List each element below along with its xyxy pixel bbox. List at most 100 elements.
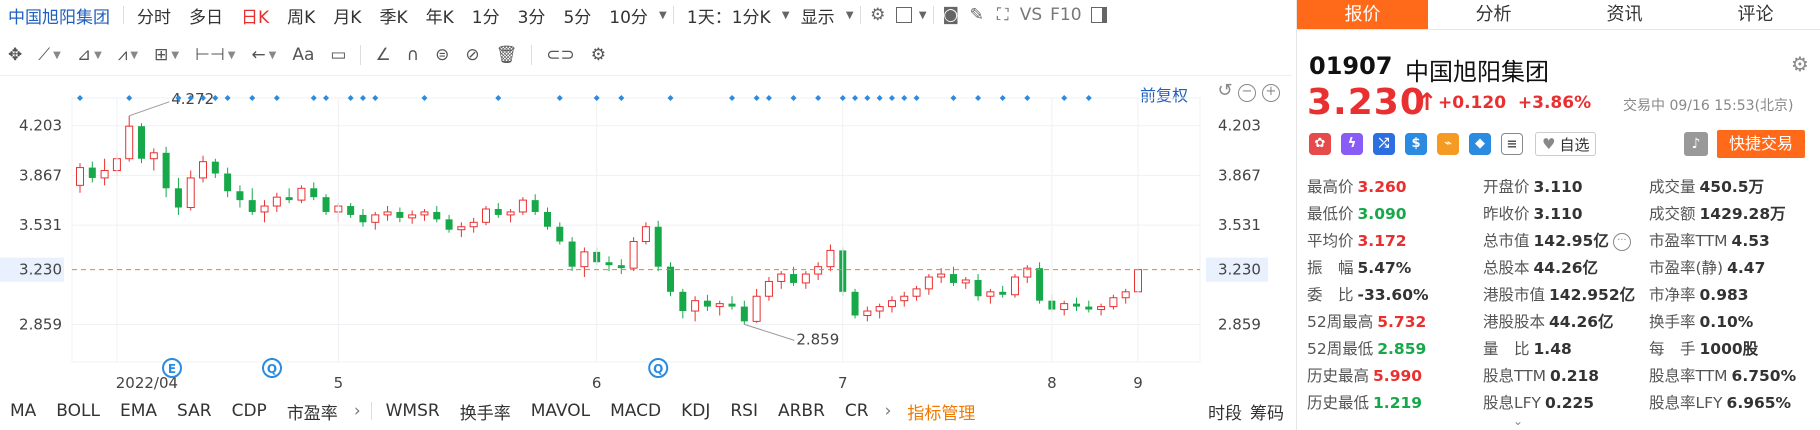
trend-icon[interactable]: ⌁ xyxy=(1437,133,1459,155)
indicator-tab[interactable]: WMSR xyxy=(376,401,450,421)
period-tab[interactable]: 多日 xyxy=(180,3,232,28)
indicator-tab[interactable]: CDP xyxy=(222,401,277,421)
news-marker xyxy=(999,95,1006,101)
candle-body xyxy=(248,200,256,212)
square-icon[interactable] xyxy=(891,4,917,26)
tab-quote[interactable]: 报价 xyxy=(1297,0,1428,29)
change-percent: +3.86% xyxy=(1517,93,1592,113)
period-tab[interactable]: 1分 xyxy=(463,3,509,28)
bell-icon[interactable]: ♪ xyxy=(1684,132,1708,156)
lock-icon[interactable]: ⊜ xyxy=(427,45,457,65)
polyline-tool-icon[interactable]: ⊿ ▼ xyxy=(69,45,110,65)
settings-icon[interactable]: ⚙ xyxy=(583,45,614,65)
chevron-down-icon[interactable]: ▼ xyxy=(844,4,856,26)
news-marker xyxy=(876,95,883,101)
f10-button[interactable]: F10 xyxy=(1046,5,1085,25)
dollar-icon[interactable]: $ xyxy=(1405,133,1427,155)
period-tab[interactable]: 5分 xyxy=(554,3,600,28)
stat-cell: 振 幅 5.47% xyxy=(1307,256,1411,278)
period-tab[interactable]: 周K xyxy=(278,3,324,28)
chevron-down-icon[interactable]: ▼ xyxy=(657,4,669,26)
tab-news[interactable]: 资讯 xyxy=(1559,0,1690,29)
period-tab[interactable]: 3分 xyxy=(509,3,555,28)
candle-body xyxy=(125,125,134,160)
gear-icon[interactable]: ⚙ xyxy=(865,4,891,26)
hk-flower-icon[interactable]: ✿ xyxy=(1309,133,1331,155)
stat-value: 3.172 xyxy=(1357,232,1407,250)
period-tab-active[interactable]: 日K xyxy=(232,3,278,28)
move-icon[interactable]: ✥ xyxy=(0,45,30,65)
display-select[interactable]: 显示 xyxy=(792,3,844,28)
candle-body xyxy=(790,274,798,283)
add-watchlist-button[interactable]: ♥ 自选 xyxy=(1535,132,1597,156)
camera-icon[interactable]: ◙ xyxy=(938,4,964,26)
period-tab[interactable]: 季K xyxy=(370,3,416,28)
news-marker xyxy=(913,95,920,101)
chevron-down-icon[interactable]: ⌄ xyxy=(1513,414,1523,428)
watchlist-label: 自选 xyxy=(1559,135,1590,154)
period-tab[interactable]: 月K xyxy=(324,3,370,28)
trash-icon[interactable]: 🗑 xyxy=(488,45,526,65)
fullscreen-icon[interactable]: ⛶ xyxy=(990,4,1016,26)
news-marker xyxy=(790,95,797,101)
stat-cell: 开盘价 3.110 xyxy=(1483,175,1583,197)
chevron-down-icon[interactable]: ▼ xyxy=(917,4,929,26)
note-icon[interactable]: ≡ xyxy=(1501,133,1523,155)
y-tick-label-left: 3.867 xyxy=(19,166,62,184)
indicator-tab[interactable]: MACD xyxy=(600,401,671,421)
indicator-tab[interactable]: CR xyxy=(835,401,879,421)
lightning-icon[interactable]: ϟ xyxy=(1341,133,1363,155)
shuffle-icon[interactable]: ⤮ xyxy=(1373,133,1395,155)
session-button[interactable]: 时段 xyxy=(1204,399,1246,424)
period-tab[interactable]: 分时 xyxy=(128,3,180,28)
comment-icon[interactable]: ▭ xyxy=(322,45,354,65)
candle-body xyxy=(433,211,441,220)
indicator-tab[interactable]: KDJ xyxy=(671,401,720,421)
candle-body xyxy=(1060,303,1069,311)
chart-area: 中国旭阳集团 分时 多日 日K 周K 月K 季K 年K 1分 3分 5分 10分… xyxy=(0,0,1292,430)
candlestick-chart[interactable]: 4.203 4.203 3.867 3.867 3.531 3.531 2.859 2.859… xyxy=(0,76,1292,396)
period-tab[interactable]: 年K xyxy=(417,3,463,28)
chevron-right-icon[interactable]: › xyxy=(348,401,367,421)
measure-tool-icon[interactable]: ⊢⊣ ▼ xyxy=(187,45,243,65)
chevron-down-icon[interactable]: ▼ xyxy=(780,4,792,26)
wave-tool-icon[interactable]: ⩘ ▼ xyxy=(110,45,146,65)
gear-icon[interactable]: ⚙ xyxy=(1791,52,1809,76)
sidebar-toggle-icon[interactable] xyxy=(1086,4,1112,26)
range-select[interactable]: 1天：1分K xyxy=(678,3,780,28)
stat-value: 5.990 xyxy=(1373,367,1423,385)
indicator-tab[interactable]: EMA xyxy=(110,401,167,421)
tab-analysis[interactable]: 分析 xyxy=(1428,0,1559,29)
pencil-icon[interactable]: ✎ xyxy=(964,4,990,26)
indicator-tab[interactable]: SAR xyxy=(167,401,222,421)
chips-button[interactable]: 筹码 xyxy=(1246,399,1292,424)
link-icon[interactable]: ⊂⊃ xyxy=(538,45,583,65)
tab-comments[interactable]: 评论 xyxy=(1690,0,1820,29)
indicator-tab[interactable]: MAVOL xyxy=(521,401,600,421)
quick-trade-button[interactable]: 快捷交易 xyxy=(1717,130,1805,158)
hide-icon[interactable]: ⊘ xyxy=(457,45,487,65)
fib-tool-icon[interactable]: ⊞ ▼ xyxy=(146,45,187,65)
indicator-management-button[interactable]: 指标管理 xyxy=(897,399,985,424)
indicator-tab[interactable]: MA xyxy=(0,401,46,421)
candle-body xyxy=(703,300,711,307)
candle-body xyxy=(236,191,244,201)
indicator-tab[interactable]: 换手率 xyxy=(450,399,521,424)
line-tool-icon[interactable]: ⟋ ▼ xyxy=(30,45,69,65)
chevron-right-icon[interactable]: › xyxy=(879,401,898,421)
stock-title[interactable]: 中国旭阳集团 xyxy=(0,3,119,28)
indicator-tab[interactable]: ARBR xyxy=(768,401,835,421)
period-tab[interactable]: 10分 xyxy=(600,3,657,28)
more-icon[interactable]: ··· xyxy=(1612,232,1631,251)
indicator-tab[interactable]: RSI xyxy=(720,401,768,421)
magnet-icon[interactable]: ∩ xyxy=(399,45,427,65)
stat-cell: 市盈率TTM 4.53 xyxy=(1649,229,1770,251)
stats-row: 委 比 -33.60% 港股市值 142.952亿 市净率 0.983 xyxy=(1307,283,1817,310)
indicator-tab[interactable]: BOLL xyxy=(46,401,110,421)
indicator-tab[interactable]: 市盈率 xyxy=(277,399,348,424)
text-tool-icon[interactable]: Aa xyxy=(284,45,322,65)
arrow-tool-icon[interactable]: ← ▼ xyxy=(243,45,284,65)
ruler-icon[interactable]: ∠ xyxy=(367,45,398,65)
tag-icon[interactable]: ◆ xyxy=(1469,133,1491,155)
vs-button[interactable]: VS xyxy=(1016,5,1046,25)
